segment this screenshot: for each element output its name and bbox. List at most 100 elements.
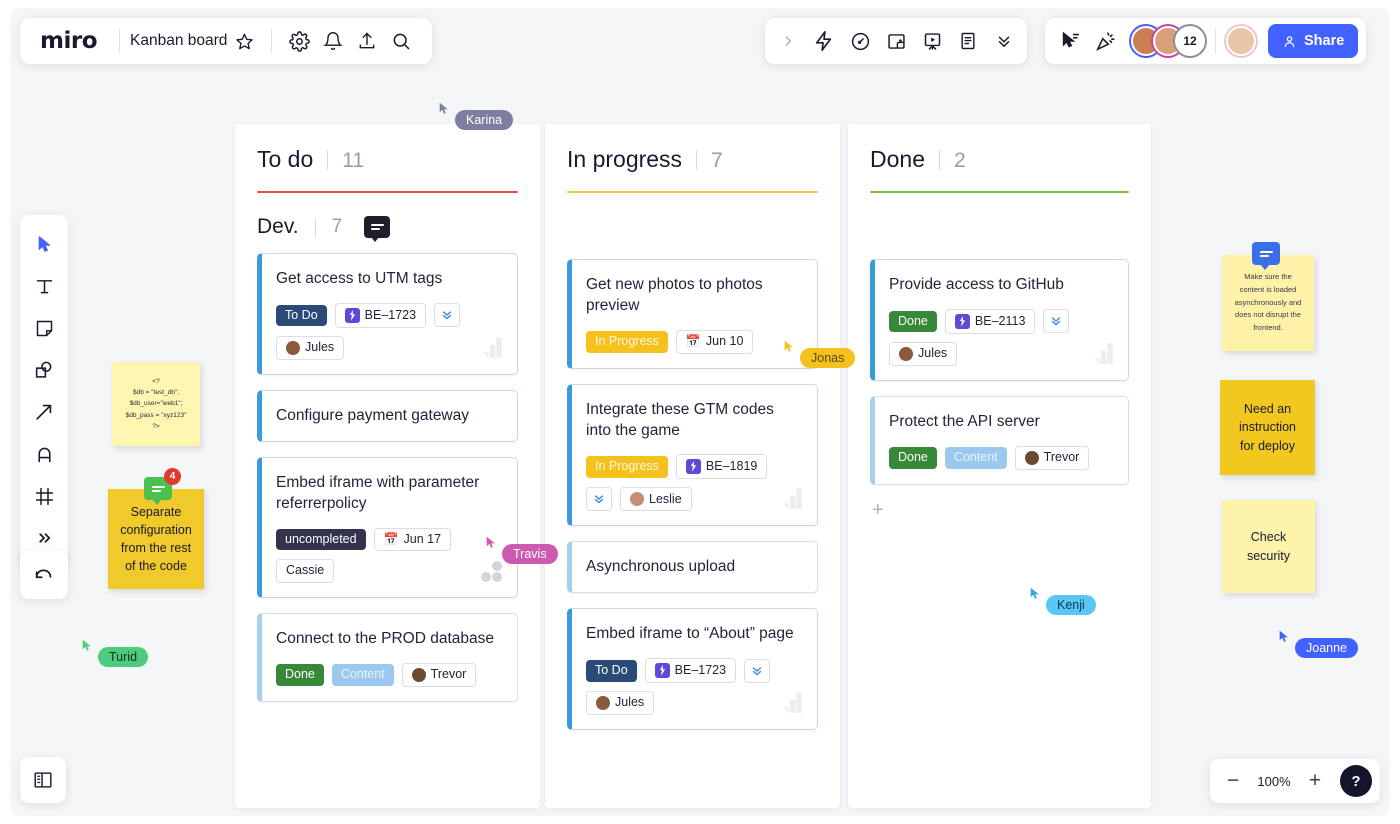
cursor-jonas: Jonas: [782, 338, 856, 368]
kanban-card[interactable]: Configure payment gateway: [257, 389, 518, 442]
card-chips: Done Content Trevor: [889, 445, 1112, 470]
star-icon[interactable]: [227, 24, 261, 58]
swimlane-count: 7: [331, 216, 343, 237]
ticket-chip[interactable]: BE–1819: [675, 454, 768, 480]
zoom-in-button[interactable]: +: [1300, 766, 1330, 796]
priority-icon[interactable]: [744, 658, 771, 683]
lightning-icon[interactable]: [807, 24, 841, 58]
kanban-card[interactable]: Embed iframe to “About” page To Do BE–1723…: [567, 608, 818, 731]
frame-icon[interactable]: [879, 24, 913, 58]
kanban-card[interactable]: Protect the API server Done Content Trevor: [870, 395, 1129, 485]
assignee-chip[interactable]: Jules: [586, 691, 655, 716]
sticky-note-deploy[interactable]: Need an instruction for deploy: [1220, 380, 1315, 475]
upload-icon[interactable]: [350, 24, 384, 58]
status-chip[interactable]: Done: [889, 310, 937, 333]
date-chip[interactable]: 📅 Jun 17: [373, 527, 452, 552]
kanban-column[interactable]: In progress 7 Get new photos to photos pre…: [545, 124, 840, 808]
sticky-note-code-text: <? $db = "test_db"; $db_user="web1"; $db…: [125, 377, 187, 431]
avatar-group[interactable]: 12: [1131, 26, 1205, 56]
ticket-chip[interactable]: BE–1723: [644, 658, 737, 684]
presentation-icon[interactable]: [915, 24, 949, 58]
assignee-chip[interactable]: Trevor: [401, 663, 477, 688]
panel-toggle-button[interactable]: [20, 757, 66, 803]
label-chip[interactable]: Content: [944, 446, 1007, 469]
avatar-overflow-count[interactable]: 12: [1175, 26, 1205, 56]
status-chip[interactable]: To Do: [276, 304, 327, 327]
sticky-note-icon[interactable]: [25, 309, 63, 347]
avatar-self[interactable]: [1226, 26, 1256, 56]
search-icon[interactable]: [384, 24, 418, 58]
status-chip[interactable]: To Do: [586, 659, 637, 682]
jira-watermark-icon: [1090, 339, 1116, 370]
assignee-chip[interactable]: Jules: [889, 341, 958, 366]
shapes-icon[interactable]: [25, 351, 63, 389]
kanban-column[interactable]: To do 11 Dev. 7 Get access to UTM tags To Do B…: [235, 124, 540, 808]
comment-badge-async[interactable]: [1252, 242, 1280, 270]
undo-button[interactable]: [20, 551, 68, 599]
date-chip[interactable]: 📅 Jun 10: [675, 329, 754, 354]
ticket-chip[interactable]: BE–1723: [334, 302, 427, 328]
chevrons-down-icon[interactable]: [987, 24, 1021, 58]
board-title[interactable]: Kanban board: [130, 32, 227, 50]
timer-icon[interactable]: [843, 24, 877, 58]
text-icon[interactable]: [25, 267, 63, 305]
chevron-right-icon[interactable]: [771, 24, 805, 58]
comment-badge-separate[interactable]: 4: [144, 468, 181, 505]
apps-toolbar: [765, 18, 1027, 64]
document-icon[interactable]: [951, 24, 985, 58]
sticky-note-check-security[interactable]: Check security: [1222, 500, 1315, 593]
cursor-arrow-icon: [439, 102, 448, 114]
label-chip[interactable]: Content: [331, 664, 394, 686]
zoom-out-button[interactable]: −: [1218, 766, 1248, 796]
sticky-note-async-text: Make sure the content is loaded asynchro…: [1234, 272, 1302, 333]
kanban-card[interactable]: Embed iframe with parameter referrerpoli…: [257, 456, 518, 599]
help-button[interactable]: ?: [1340, 765, 1372, 797]
jira-icon: [685, 459, 701, 475]
jira-icon: [954, 313, 970, 329]
priority-icon[interactable]: [586, 487, 612, 512]
kanban-column[interactable]: Done 2 Provide access to GitHub Done BE–2113…: [848, 124, 1151, 808]
kanban-card[interactable]: Provide access to GitHub Done BE–2113 Jules: [870, 259, 1129, 381]
miro-logo[interactable]: miro: [34, 28, 109, 54]
status-chip[interactable]: In Progress: [586, 330, 668, 353]
column-title: Done: [870, 146, 925, 172]
status-chip[interactable]: Done: [276, 664, 324, 686]
kanban-card[interactable]: Integrate these GTM codes into the game I…: [567, 383, 818, 527]
assignee-chip[interactable]: Trevor: [1014, 445, 1090, 470]
share-button[interactable]: Share: [1268, 24, 1359, 58]
celebration-icon[interactable]: [1089, 24, 1123, 58]
assignee-chip[interactable]: Leslie: [620, 487, 692, 512]
column-count: 7: [711, 149, 723, 172]
status-chip[interactable]: uncompleted: [276, 528, 366, 551]
kanban-card[interactable]: Connect to the PROD database Done Content T…: [257, 613, 518, 703]
divider: [938, 149, 940, 170]
card-chips: To Do BE–1723 Jules: [586, 658, 801, 716]
status-chip[interactable]: Done: [889, 446, 937, 469]
zoom-level-label[interactable]: 100%: [1254, 774, 1294, 789]
swimlane-header[interactable]: Dev. 7: [235, 193, 540, 242]
frame-tool-icon[interactable]: [25, 477, 63, 515]
divider: [327, 149, 329, 170]
status-chip[interactable]: In Progress: [586, 456, 668, 478]
sticky-note-code[interactable]: <? $db = "test_db"; $db_user="web1"; $db…: [112, 362, 200, 446]
cursor-travis: Travis: [484, 534, 558, 564]
kanban-card[interactable]: Asynchronous upload: [567, 541, 818, 594]
divider: [271, 29, 273, 53]
kanban-card[interactable]: Get new photos to photos preview In Progr…: [567, 259, 818, 369]
assignee-chip[interactable]: Cassie: [276, 559, 335, 584]
kanban-card[interactable]: Get access to UTM tags To Do BE–1723 Jules: [257, 253, 518, 375]
ticket-chip[interactable]: BE–2113: [944, 308, 1036, 334]
pen-icon[interactable]: [25, 435, 63, 473]
cursor-icon[interactable]: [25, 225, 63, 263]
bell-icon[interactable]: [316, 24, 350, 58]
divider: [119, 29, 120, 53]
assignee-chip[interactable]: Jules: [276, 335, 345, 360]
comment-icon[interactable]: [364, 216, 391, 242]
add-card-button[interactable]: +: [848, 485, 1151, 522]
cursor-share-icon[interactable]: [1053, 24, 1087, 58]
comment-icon: [151, 484, 165, 494]
gear-icon[interactable]: [282, 24, 316, 58]
arrow-icon[interactable]: [25, 393, 63, 431]
priority-icon[interactable]: [434, 303, 461, 328]
priority-icon[interactable]: [1043, 309, 1070, 334]
